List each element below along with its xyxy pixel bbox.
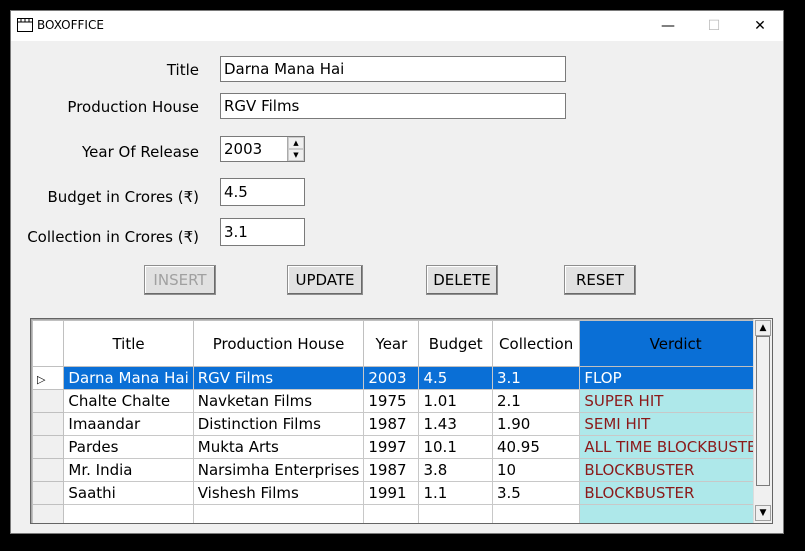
cell-production-house[interactable]: Distinction Films: [192, 412, 365, 436]
row-header[interactable]: [31, 504, 65, 523]
row-header-corner: [31, 320, 65, 367]
cell-collection[interactable]: [491, 504, 581, 523]
cell-budget[interactable]: 10.1: [418, 435, 493, 459]
movies-table: Title Production House Year Budget Colle…: [31, 320, 772, 523]
spin-up-icon[interactable]: ▲: [288, 137, 304, 149]
production-house-input[interactable]: [220, 93, 566, 119]
insert-button[interactable]: INSERT: [144, 265, 216, 295]
cell-budget[interactable]: 1.1: [418, 481, 493, 505]
collection-input[interactable]: [220, 218, 305, 246]
year-spin-buttons: ▲ ▼: [287, 137, 304, 161]
title-bar[interactable]: BOXOFFICE — ☐ ✕: [11, 11, 783, 41]
budget-input[interactable]: [220, 178, 305, 206]
cell-title[interactable]: Chalte Chalte: [63, 389, 194, 413]
row-header[interactable]: ▷: [31, 366, 65, 390]
column-header-year[interactable]: Year: [363, 320, 420, 367]
maximize-button[interactable]: ☐: [691, 11, 737, 41]
scroll-down-icon[interactable]: ▼: [755, 505, 771, 521]
table-row[interactable]: ▷ Darna Mana Hai RGV Films 2003 4.5 3.1 …: [31, 366, 772, 390]
row-header[interactable]: [31, 435, 65, 459]
cell-collection[interactable]: 10: [491, 458, 581, 482]
cell-title[interactable]: Saathi: [63, 481, 194, 505]
row-header[interactable]: [31, 412, 65, 436]
update-button[interactable]: UPDATE: [287, 265, 363, 295]
header-row: Title Production House Year Budget Colle…: [31, 320, 772, 367]
column-header-title[interactable]: Title: [63, 320, 194, 367]
cell-collection[interactable]: 1.90: [491, 412, 581, 436]
cell-year[interactable]: 1987: [363, 458, 420, 482]
column-header-budget[interactable]: Budget: [418, 320, 493, 367]
cell-verdict[interactable]: BLOCKBUSTER: [579, 458, 772, 482]
cell-verdict[interactable]: BLOCKBUSTER: [579, 481, 772, 505]
delete-button[interactable]: DELETE: [426, 265, 498, 295]
cell-collection[interactable]: 3.1: [491, 366, 581, 390]
cell-title[interactable]: Pardes: [63, 435, 194, 459]
cell-production-house[interactable]: Vishesh Films: [192, 481, 365, 505]
cell-production-house[interactable]: Navketan Films: [192, 389, 365, 413]
cell-year[interactable]: 1997: [363, 435, 420, 459]
cell-year[interactable]: 1975: [363, 389, 420, 413]
cell-production-house[interactable]: [192, 504, 365, 523]
table-row[interactable]: Mr. India Narsimha Enterprises 1987 3.8 …: [31, 458, 772, 482]
cell-collection[interactable]: 3.5: [491, 481, 581, 505]
cell-year[interactable]: [363, 504, 420, 523]
production-house-label: Production House: [67, 98, 199, 116]
cell-year[interactable]: 1987: [363, 412, 420, 436]
cell-title[interactable]: Mr. India: [63, 458, 194, 482]
table-row[interactable]: [31, 504, 772, 523]
cell-budget[interactable]: [418, 504, 493, 523]
row-header[interactable]: [31, 481, 65, 505]
spin-down-icon[interactable]: ▼: [288, 149, 304, 161]
cell-production-house[interactable]: Mukta Arts: [192, 435, 365, 459]
app-icon: [17, 18, 33, 32]
current-row-arrow-icon: ▷: [37, 373, 46, 386]
cell-verdict[interactable]: ALL TIME BLOCKBUSTER: [579, 435, 772, 459]
main-window: BOXOFFICE — ☐ ✕ Title Production House Y…: [10, 10, 784, 534]
reset-button[interactable]: RESET: [564, 265, 636, 295]
row-header[interactable]: [31, 458, 65, 482]
collection-label: Collection in Crores (₹): [27, 228, 199, 246]
budget-label: Budget in Crores (₹): [47, 188, 199, 206]
column-header-production-house[interactable]: Production House: [192, 320, 365, 367]
cell-budget[interactable]: 3.8: [418, 458, 493, 482]
cell-budget[interactable]: 1.43: [418, 412, 493, 436]
table-row[interactable]: Saathi Vishesh Films 1991 1.1 3.5 BLOCKB…: [31, 481, 772, 505]
cell-production-house[interactable]: RGV Films: [192, 366, 365, 390]
cell-verdict[interactable]: FLOP: [579, 366, 772, 390]
table-row[interactable]: Imaandar Distinction Films 1987 1.43 1.9…: [31, 412, 772, 436]
table-row[interactable]: Pardes Mukta Arts 1997 10.1 40.95 ALL TI…: [31, 435, 772, 459]
cell-verdict[interactable]: SEMI HIT: [579, 412, 772, 436]
title-input[interactable]: [220, 56, 566, 82]
cell-collection[interactable]: 2.1: [491, 389, 581, 413]
cell-production-house[interactable]: Narsimha Enterprises: [192, 458, 365, 482]
window-title: BOXOFFICE: [37, 18, 104, 32]
cell-year[interactable]: 1991: [363, 481, 420, 505]
cell-verdict[interactable]: SUPER HIT: [579, 389, 772, 413]
column-header-collection[interactable]: Collection: [491, 320, 581, 367]
cell-budget[interactable]: 1.01: [418, 389, 493, 413]
cell-collection[interactable]: 40.95: [491, 435, 581, 459]
close-button[interactable]: ✕: [737, 11, 783, 41]
vertical-scrollbar[interactable]: ▲ ▼: [753, 319, 772, 523]
row-header[interactable]: [31, 389, 65, 413]
scroll-thumb[interactable]: [756, 336, 770, 486]
movies-grid[interactable]: Title Production House Year Budget Colle…: [30, 318, 773, 524]
cell-title[interactable]: Imaandar: [63, 412, 194, 436]
cell-title[interactable]: Darna Mana Hai: [63, 366, 194, 390]
minimize-button[interactable]: —: [645, 11, 691, 41]
cell-year[interactable]: 2003: [363, 366, 420, 390]
column-header-verdict[interactable]: Verdict: [579, 320, 772, 367]
table-row[interactable]: Chalte Chalte Navketan Films 1975 1.01 2…: [31, 389, 772, 413]
cell-budget[interactable]: 4.5: [418, 366, 493, 390]
year-label: Year Of Release: [82, 143, 199, 161]
scroll-up-icon[interactable]: ▲: [755, 320, 771, 336]
cell-title[interactable]: [63, 504, 194, 523]
title-label: Title: [166, 61, 199, 79]
cell-verdict[interactable]: [579, 504, 772, 523]
year-stepper[interactable]: ▲ ▼: [220, 136, 305, 162]
